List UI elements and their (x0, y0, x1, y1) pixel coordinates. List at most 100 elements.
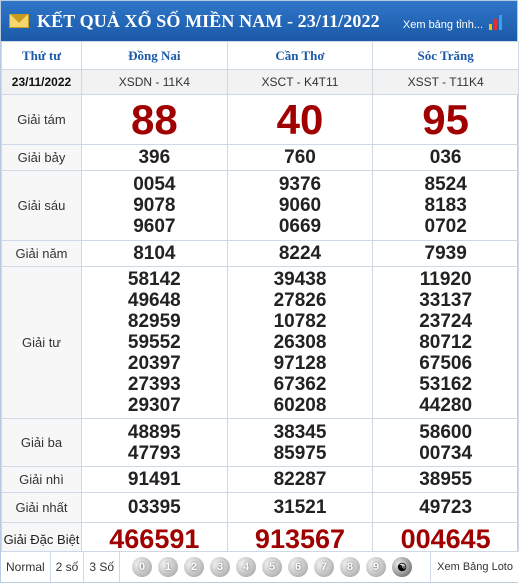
prize-rows: Giải tám 88 40 95 Giải bảy 396 760 036 Giải sáu 0… (1, 94, 519, 557)
bar-chart-icon[interactable] (489, 14, 505, 30)
digit-ball-5[interactable]: 5 (262, 557, 283, 577)
prize-cell: 58600 00734 (372, 418, 519, 467)
prize-label: Giải bảy (1, 144, 82, 171)
prize-number: 31521 (273, 497, 327, 518)
prize-number: 38345 (273, 421, 327, 443)
yin-yang-icon[interactable]: ☯ (392, 557, 413, 577)
prize-number: 0054 (133, 174, 176, 195)
digit-ball-0[interactable]: 0 (132, 557, 153, 577)
prize-number: 44280 (419, 395, 473, 416)
prize-number: 95 (422, 95, 470, 143)
prize-cell: 7939 (372, 240, 519, 267)
digit-ball-3[interactable]: 3 (210, 557, 231, 577)
prize-cell: 38345 85975 (226, 418, 374, 467)
prize-label: Giải ba (1, 418, 82, 467)
prize-row: Giải nhì 91491 82287 38955 (1, 466, 519, 493)
prize-number: 036 (429, 147, 462, 168)
prize-number: 60208 (273, 395, 327, 416)
prize-row: Giải sáu 0054 9078 9607 9376 9060 0669 8524 8183… (1, 170, 519, 241)
prize-number: 33137 (419, 290, 473, 311)
prize-number: 82287 (273, 469, 327, 490)
prize-number: 67506 (419, 353, 473, 374)
prize-number: 80712 (419, 332, 473, 353)
digit-ball-9[interactable]: 9 (366, 557, 387, 577)
prize-number: 40 (276, 95, 324, 143)
prize-cell: 760 (226, 144, 374, 171)
prize-number: 03395 (127, 497, 181, 518)
prize-number: 38955 (419, 469, 473, 490)
prize-number: 9060 (278, 195, 322, 216)
prize-cell: 39438 27826 10782 26308 97128 67362 60208 (226, 266, 374, 419)
prize-number: 27826 (273, 290, 327, 311)
code-row: 23/11/2022 XSDN - 11K4 XSCT - K4T11 XSST… (1, 69, 519, 95)
prize-cell: 8224 (226, 240, 374, 267)
prize-number: 58600 (419, 421, 473, 443)
page-title: KẾT QUẢ XỔ SỐ MIỀN NAM - 23/11/2022 (37, 10, 380, 31)
prize-label: Giải nhì (1, 466, 82, 493)
prize-row: Giải ba 48895 47793 38345 85975 58600 00734 (1, 418, 519, 467)
prize-number: 59552 (127, 332, 181, 353)
prize-number: 396 (138, 147, 171, 168)
province-name[interactable]: Sóc Trăng (372, 41, 519, 70)
prize-cell: 49723 (372, 492, 519, 523)
prize-label: Giải năm (1, 240, 82, 267)
weekday-cell: Thứ tư (1, 41, 82, 70)
title-bar: KẾT QUẢ XỔ SỐ MIỀN NAM - 23/11/2022 Xem … (1, 1, 517, 41)
digit-ball-8[interactable]: 8 (340, 557, 361, 577)
prize-number: 8224 (278, 243, 322, 264)
tab-normal[interactable]: Normal (1, 552, 51, 582)
prize-row: Giải nhất 03395 31521 49723 (1, 492, 519, 523)
prize-number: 47793 (127, 442, 181, 464)
prize-number: 10782 (273, 311, 327, 332)
digit-ball-7[interactable]: 7 (314, 557, 335, 577)
prize-cell: 40 (226, 94, 374, 145)
prize-number: 49723 (419, 497, 473, 518)
prize-cell: 0054 9078 9607 (81, 170, 228, 241)
prize-number: 7939 (424, 243, 467, 264)
prize-number: 49648 (127, 290, 181, 311)
prize-cell: 8524 8183 0702 (372, 170, 519, 241)
prize-number: 9376 (278, 174, 322, 195)
province-name[interactable]: Đồng Nai (81, 41, 228, 70)
prize-number: 20397 (127, 353, 181, 374)
prize-number: 58142 (127, 269, 181, 290)
prize-cell: 03395 (81, 492, 228, 523)
prize-row: Giải bảy 396 760 036 (1, 144, 519, 171)
tab-3-digits[interactable]: 3 Số (84, 552, 121, 582)
prize-cell: 95 (372, 94, 519, 145)
prize-number: 88 (130, 95, 178, 143)
province-name[interactable]: Cần Thơ (226, 41, 374, 70)
prize-number: 760 (284, 147, 316, 168)
province-code: XSCT - K4T11 (226, 69, 374, 95)
prize-cell: 82287 (226, 466, 374, 493)
prize-number: 8104 (133, 243, 176, 264)
digit-ball-6[interactable]: 6 (288, 557, 309, 577)
prize-number: 00734 (419, 442, 473, 464)
prize-cell: 396 (81, 144, 228, 171)
tab-2-digits[interactable]: 2 số (51, 552, 85, 582)
prize-number: 23724 (419, 311, 473, 332)
prize-label: Giải nhất (1, 492, 82, 523)
digit-ball-4[interactable]: 4 (236, 557, 257, 577)
prize-row: Giải năm 8104 8224 7939 (1, 240, 519, 267)
digit-ball-2[interactable]: 2 (184, 557, 205, 577)
draw-date: 23/11/2022 (1, 69, 82, 95)
prize-number: 11920 (419, 269, 472, 290)
prize-cell: 31521 (226, 492, 374, 523)
view-province-table-link[interactable]: Xem bảng tỉnh... (403, 19, 483, 31)
envelope-icon (9, 14, 29, 28)
results-table: Thứ tư Đồng Nai Cần Thơ Sóc Trăng 23/11/… (1, 41, 519, 557)
prize-cell: 48895 47793 (81, 418, 228, 467)
prize-label: Giải tám (1, 94, 82, 145)
prize-number: 91491 (127, 469, 181, 490)
prize-number: 8524 (424, 174, 467, 195)
prize-number: 82959 (127, 311, 181, 332)
prize-number: 27393 (127, 374, 181, 395)
province-code: XSDN - 11K4 (81, 69, 228, 95)
view-loto-link[interactable]: Xem Bảng Loto (430, 552, 519, 582)
prize-cell: 91491 (81, 466, 228, 493)
prize-number: 39438 (273, 269, 327, 290)
digit-ball-1[interactable]: 1 (158, 557, 179, 577)
lottery-widget: KẾT QUẢ XỔ SỐ MIỀN NAM - 23/11/2022 Xem … (0, 0, 519, 583)
prize-cell: 036 (372, 144, 519, 171)
